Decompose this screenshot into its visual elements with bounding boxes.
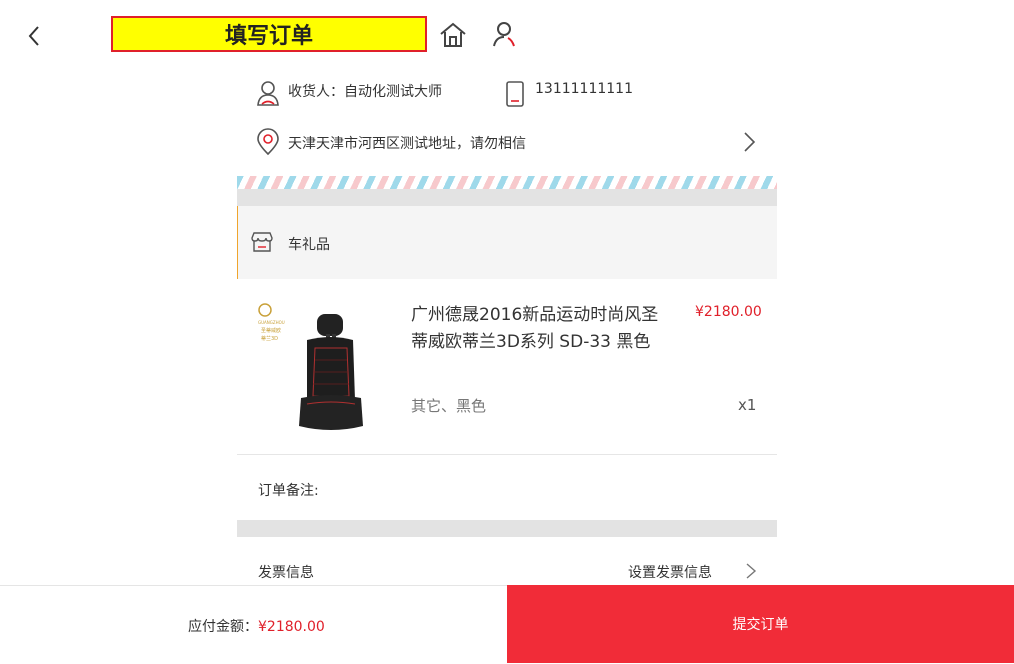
invoice-chevron-right-icon[interactable]	[744, 560, 758, 582]
svg-text:GUANGZHOU: GUANGZHOU	[258, 320, 285, 325]
section-gap	[237, 189, 777, 206]
consignee-icon	[256, 80, 280, 108]
page-title-text: 填写订单	[224, 24, 313, 49]
home-icon	[440, 22, 466, 47]
svg-text:蒂兰3D: 蒂兰3D	[261, 335, 278, 342]
phone-icon	[504, 80, 526, 108]
product-image[interactable]: GUANGZHOU 圣蒂威欧 蒂兰3D	[253, 300, 373, 435]
product-title[interactable]: 广州德晟2016新品运动时尚风圣蒂威欧蒂兰3D系列 SD-33 黑色	[411, 302, 661, 356]
phone-number: 13111111111	[535, 81, 633, 97]
submit-order-label: 提交订单	[732, 617, 789, 633]
divider	[237, 454, 777, 455]
section-gap	[237, 520, 777, 537]
submit-order-button[interactable]: 提交订单	[507, 585, 1014, 663]
total-label: 应付金额：	[188, 619, 258, 635]
product-quantity: x1	[738, 396, 757, 414]
location-icon	[256, 128, 280, 156]
svg-text:圣蒂威欧: 圣蒂威欧	[261, 327, 281, 334]
address-chevron-right-icon[interactable]	[741, 130, 757, 154]
back-button[interactable]	[22, 22, 48, 50]
shop-icon	[250, 230, 274, 254]
page-title: 填写订单	[111, 16, 427, 52]
shop-name: 车礼品	[288, 237, 330, 253]
address-detail[interactable]: 天津天津市河西区测试地址，请勿相信	[288, 133, 526, 153]
order-remark-label[interactable]: 订单备注:	[258, 480, 319, 500]
product-price: ¥2180.00	[695, 304, 762, 320]
home-button[interactable]	[438, 20, 468, 50]
invoice-label: 发票信息	[258, 565, 314, 581]
set-invoice-link[interactable]: 设置发票信息	[628, 562, 712, 582]
chevron-left-icon	[28, 26, 39, 46]
user-button[interactable]	[490, 20, 520, 50]
user-icon	[493, 22, 515, 47]
product-spec: 其它、黑色	[411, 397, 487, 415]
address-stripe-divider	[237, 176, 777, 189]
consignee-name: 收货人：自动化测试大师	[288, 84, 442, 100]
total-price: ¥2180.00	[258, 619, 325, 635]
total-amount: 应付金额：¥2180.00	[188, 616, 325, 636]
